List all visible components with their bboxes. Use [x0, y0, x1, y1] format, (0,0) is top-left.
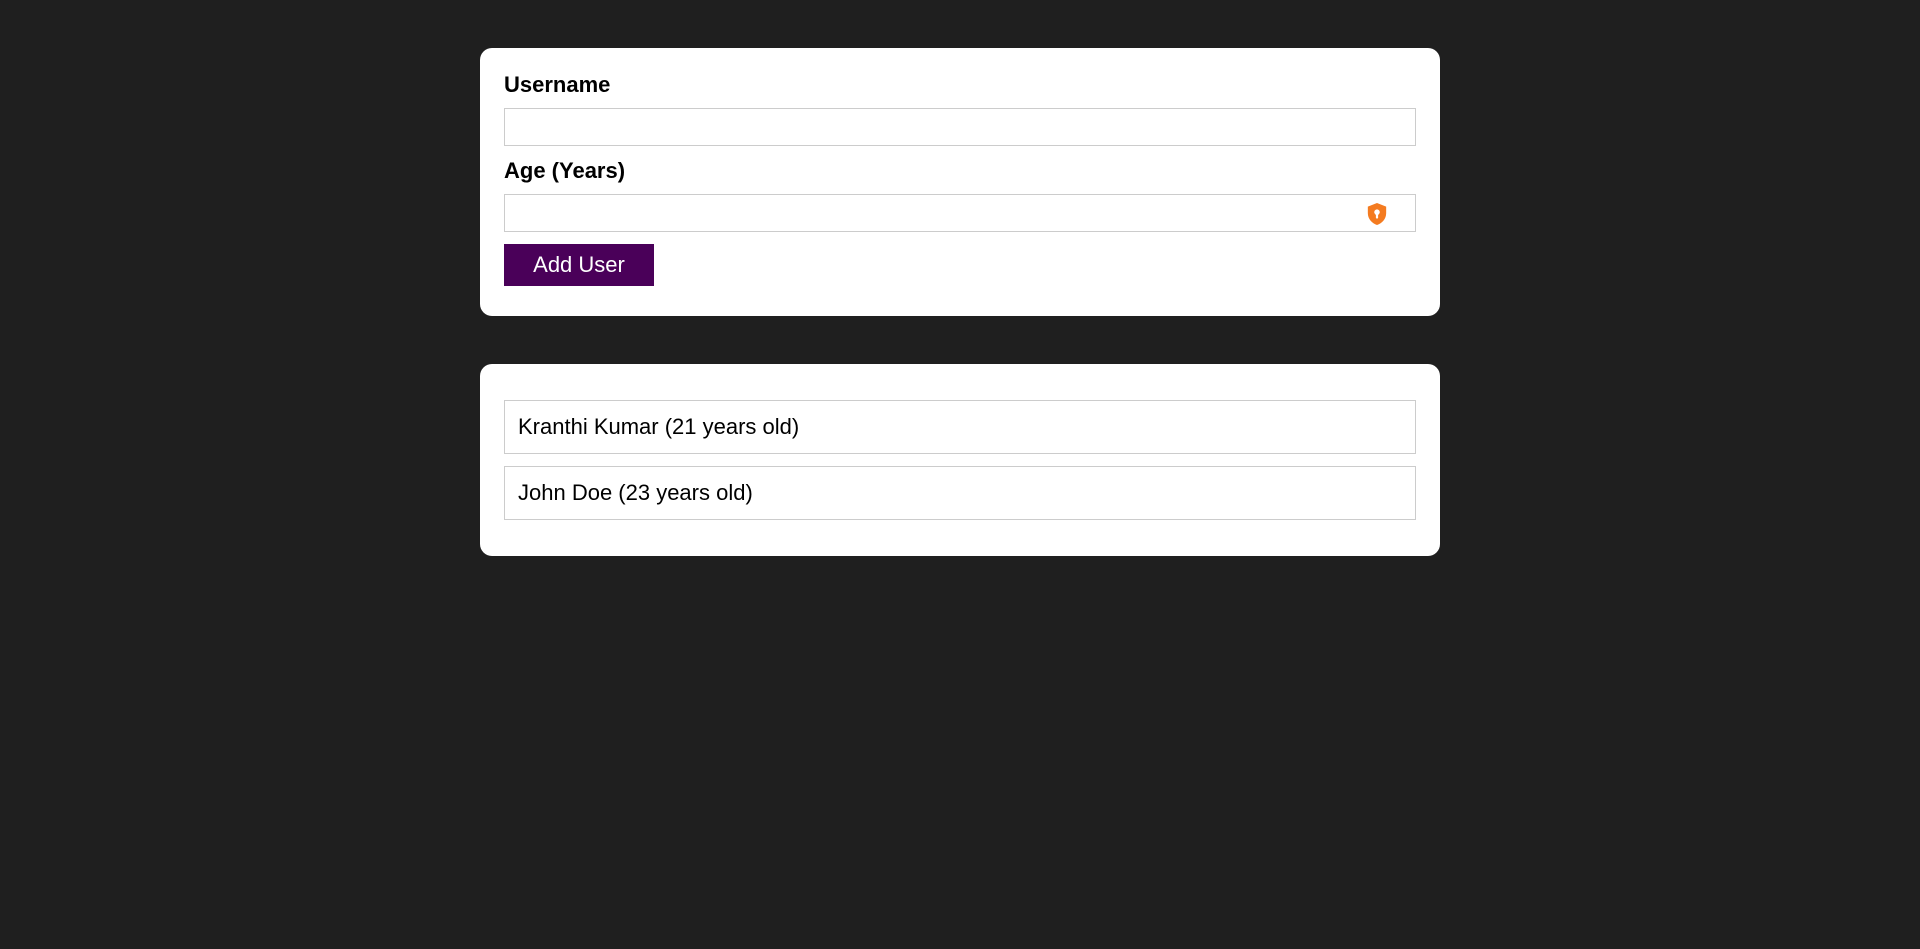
age-input[interactable] — [504, 194, 1416, 232]
user-list-item: Kranthi Kumar (21 years old) — [504, 400, 1416, 454]
users-list-card: Kranthi Kumar (21 years old) John Doe (2… — [480, 364, 1440, 556]
user-list-item: John Doe (23 years old) — [504, 466, 1416, 520]
username-input-wrapper — [504, 108, 1416, 146]
username-input[interactable] — [504, 108, 1416, 146]
shield-lock-icon[interactable] — [1366, 202, 1388, 226]
age-input-wrapper — [504, 194, 1416, 232]
add-user-button[interactable]: Add User — [504, 244, 654, 286]
add-user-form-card: Username Age (Years) Add User — [480, 48, 1440, 316]
age-label: Age (Years) — [504, 158, 626, 183]
username-label: Username — [504, 72, 611, 97]
users-list: Kranthi Kumar (21 years old) John Doe (2… — [504, 400, 1416, 520]
